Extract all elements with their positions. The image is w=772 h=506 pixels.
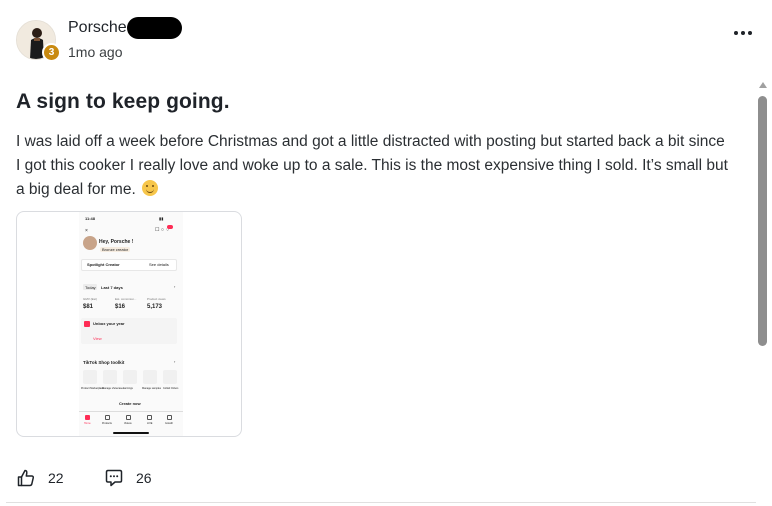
- unbox-title: Unbox your year: [93, 321, 125, 326]
- growth-icon: [167, 415, 172, 420]
- comment-icon: [105, 469, 123, 487]
- nav-divider: [79, 411, 183, 412]
- toolkit-item-label: Collab Orders: [163, 387, 179, 390]
- battery-icon: ▮▮: [159, 216, 164, 221]
- vertical-scrollbar[interactable]: [756, 82, 770, 506]
- author-name[interactable]: Porsche: [68, 19, 127, 37]
- spotlight-label: Spotlight Creator: [87, 262, 120, 267]
- unbox-view-link: View: [93, 336, 102, 341]
- like-button[interactable]: 22: [16, 468, 64, 488]
- toolkit-item-label: Manage samples: [142, 387, 162, 390]
- post-body: I was laid off a week before Christmas a…: [16, 130, 728, 202]
- nav-label: LIVE: [147, 422, 153, 425]
- metric-value: $16: [115, 304, 126, 310]
- thumbs-up-icon: [17, 469, 35, 487]
- smiling-face-emoji-icon: [142, 180, 159, 196]
- profile-avatar: [83, 236, 97, 250]
- dot-icon: [741, 31, 745, 35]
- post-timestamp: 1mo ago: [68, 44, 123, 60]
- toolkit-tile-icon: [163, 370, 177, 384]
- toolkit-item-label: Manage showcase: [102, 387, 123, 390]
- post-divider: [6, 502, 756, 503]
- gift-icon: [84, 321, 90, 327]
- greeting-text: Hey, Porsche !: [99, 239, 134, 245]
- creator-badge: Bronze creator: [100, 247, 131, 252]
- post-body-text: I was laid off a week before Christmas a…: [16, 133, 728, 198]
- author-avatar[interactable]: 3: [16, 20, 61, 62]
- toolkit-tile-icon: [123, 370, 137, 384]
- scroll-thumb[interactable]: [758, 96, 767, 346]
- nav-label: Videos: [124, 422, 132, 425]
- dot-icon: [748, 31, 752, 35]
- close-icon: ×: [85, 228, 88, 234]
- tab-today: Today: [85, 285, 96, 290]
- toolkit-tile-icon: [83, 370, 97, 384]
- metric-label: GMV (Est): [83, 297, 97, 301]
- comment-button[interactable]: 26: [104, 468, 152, 488]
- toolkit-item-label: Product Marketplace: [81, 387, 104, 390]
- create-now-label: Create now: [119, 401, 141, 406]
- status-time: 11:48: [85, 216, 96, 221]
- toolkit-tile-icon: [103, 370, 117, 384]
- metric-value: 5,173: [147, 304, 163, 310]
- nav-label: Products: [102, 422, 112, 425]
- home-icon: [85, 415, 90, 420]
- more-options-button[interactable]: [728, 22, 758, 44]
- post-card: 3 Porsche 1mo ago A sign to keep going. …: [0, 0, 772, 506]
- redaction-bar: [127, 17, 182, 39]
- toolkit-tile-icon: [143, 370, 157, 384]
- nav-label: Growth: [165, 422, 174, 425]
- toolkit-item-label: Earnings: [123, 387, 133, 390]
- comment-count: 26: [136, 470, 152, 486]
- post-title: A sign to keep going.: [16, 90, 230, 113]
- chevron-right-icon: ›: [174, 359, 176, 364]
- level-badge: 3: [42, 43, 61, 62]
- image-attachment[interactable]: 11:48 ▮▮ × ☐ ○ ♢ Hey, Porsche ! Bronze c…: [16, 211, 242, 437]
- phone-screenshot: 11:48 ▮▮ × ☐ ○ ♢ Hey, Porsche ! Bronze c…: [79, 212, 183, 436]
- notification-badge: [167, 225, 173, 229]
- home-indicator: [113, 432, 149, 434]
- metric-label: Product views: [147, 297, 166, 301]
- like-count: 22: [48, 470, 64, 486]
- dot-icon: [734, 31, 738, 35]
- nav-label: Home: [84, 422, 91, 425]
- metric-label: Est. commissi…: [115, 297, 137, 301]
- toolkit-title: TikTok Shop toolkit: [83, 360, 125, 365]
- see-details-link: See details: [149, 262, 169, 267]
- products-icon: [105, 415, 110, 420]
- chevron-right-icon: ›: [174, 284, 176, 289]
- live-icon: [147, 415, 152, 420]
- scroll-up-arrow-icon[interactable]: [759, 82, 767, 88]
- metric-value: $81: [83, 304, 94, 310]
- videos-icon: [126, 415, 131, 420]
- tab-last-7-days: Last 7 days: [101, 285, 123, 290]
